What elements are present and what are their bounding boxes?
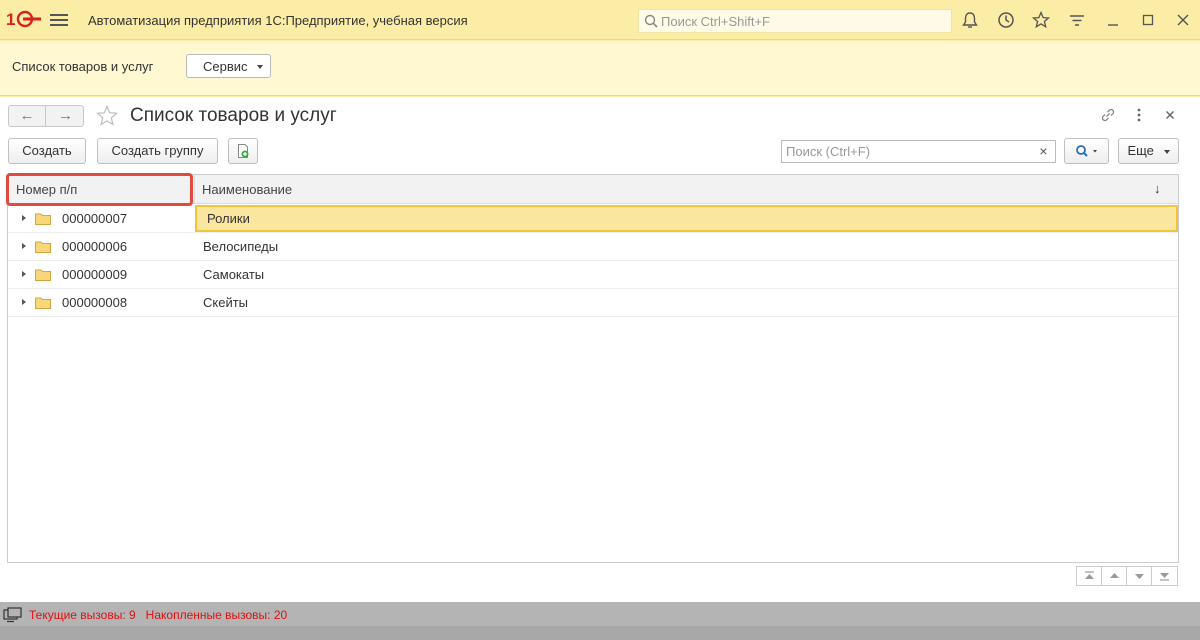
column-header-name[interactable]: Наименование [202, 182, 292, 197]
svg-text:1: 1 [6, 10, 15, 29]
folder-icon [35, 297, 51, 309]
table-header: Номер п/п Наименование ↓ [6, 173, 1178, 206]
row-code: 000000009 [62, 267, 128, 282]
list-search-input[interactable]: Поиск (Ctrl+F) [781, 140, 1033, 163]
add-document-icon [238, 144, 249, 158]
row-name: Скейты [203, 295, 249, 310]
form-title: Список товаров и услуг [130, 105, 337, 126]
annotation-highlight-box [6, 173, 193, 206]
global-search-input[interactable]: Поиск Ctrl+Shift+F [638, 9, 952, 33]
computer-icon[interactable] [3, 607, 23, 623]
search-icon [1075, 145, 1097, 157]
folder-icon [35, 241, 51, 253]
last-page-icon[interactable] [1152, 567, 1177, 585]
favorites-star-icon[interactable] [1031, 10, 1051, 30]
row-code: 000000006 [62, 239, 128, 254]
title-bar: 1 Автоматизация предприятия 1С:Предприят… [0, 0, 1200, 40]
page-down-icon[interactable] [1127, 567, 1152, 585]
maximize-icon[interactable] [1138, 10, 1158, 30]
page-up-icon[interactable] [1102, 567, 1127, 585]
copy-button[interactable] [228, 138, 258, 164]
search-options-button[interactable] [1064, 138, 1109, 164]
list-pager [1076, 566, 1178, 586]
chevron-down-icon [257, 65, 263, 69]
global-search-placeholder: Поиск Ctrl+Shift+F [661, 14, 770, 29]
chevron-down-icon [1163, 149, 1170, 154]
server-calls-status: Текущие вызовы: 9 Накопленные вызовы: 20 [29, 608, 288, 622]
table-row[interactable]: 000000008 Скейты [8, 289, 1178, 317]
minimize-icon[interactable] [1103, 10, 1123, 30]
column-divider[interactable] [194, 175, 195, 204]
more-actions-button[interactable]: Еще [1118, 138, 1179, 164]
status-strip: Текущие вызовы: 9 Накопленные вызовы: 20 [0, 602, 1200, 626]
search-icon [644, 14, 658, 28]
selected-cell [195, 205, 1178, 232]
service-dropdown-button[interactable]: Сервис [186, 54, 271, 78]
search-clear-button[interactable]: × [1032, 140, 1056, 163]
first-page-icon[interactable] [1077, 567, 1102, 585]
expand-triangle-icon[interactable] [22, 299, 26, 305]
more-actions-label: Еще [1127, 143, 1154, 158]
create-button[interactable]: Создать [8, 138, 86, 164]
table-row[interactable]: 000000007 Ролики [8, 205, 1178, 233]
1c-logo: 1 [6, 10, 41, 29]
add-favorite-star-icon[interactable] [95, 104, 119, 128]
forward-arrow-icon[interactable]: → [47, 106, 84, 126]
row-code: 000000008 [62, 295, 128, 310]
expand-triangle-icon[interactable] [22, 243, 26, 249]
list-form: ← → Список товаров и услуг Создать Созда… [0, 97, 1200, 602]
main-menu-button[interactable] [50, 11, 68, 27]
close-window-icon[interactable] [1173, 10, 1193, 30]
settings-lines-icon[interactable] [1067, 10, 1087, 30]
create-group-button[interactable]: Создать группу [97, 138, 218, 164]
link-icon[interactable] [1098, 105, 1118, 125]
row-name: Ролики [207, 211, 250, 226]
app-title: Автоматизация предприятия 1С:Предприятие… [88, 13, 468, 28]
expand-triangle-icon[interactable] [22, 215, 26, 221]
history-icon[interactable] [996, 10, 1016, 30]
expand-triangle-icon[interactable] [22, 271, 26, 277]
row-name: Велосипеды [203, 239, 279, 254]
table-row[interactable]: 000000006 Велосипеды [8, 233, 1178, 261]
row-code: 000000007 [62, 211, 128, 226]
row-name: Самокаты [203, 267, 265, 282]
service-button-label: Сервис [203, 59, 248, 74]
section-panel: Список товаров и услуг Сервис [0, 41, 1200, 96]
folder-icon [35, 269, 51, 281]
status-bar: Текущие вызовы: 9 Накопленные вызовы: 20 [0, 602, 1200, 640]
more-vertical-icon[interactable] [1129, 105, 1149, 125]
items-table: Номер п/п Наименование ↓ 000000007 Ролик… [6, 173, 1179, 563]
history-nav: ← → [8, 105, 84, 127]
close-form-icon[interactable] [1160, 105, 1180, 125]
back-arrow-icon[interactable]: ← [9, 106, 46, 126]
table-row[interactable]: 000000009 Самокаты [8, 261, 1178, 289]
sort-direction-icon[interactable]: ↓ [1154, 181, 1161, 196]
section-link[interactable]: Список товаров и услуг [12, 59, 153, 74]
folder-icon [35, 213, 51, 225]
bell-icon[interactable] [960, 10, 980, 30]
